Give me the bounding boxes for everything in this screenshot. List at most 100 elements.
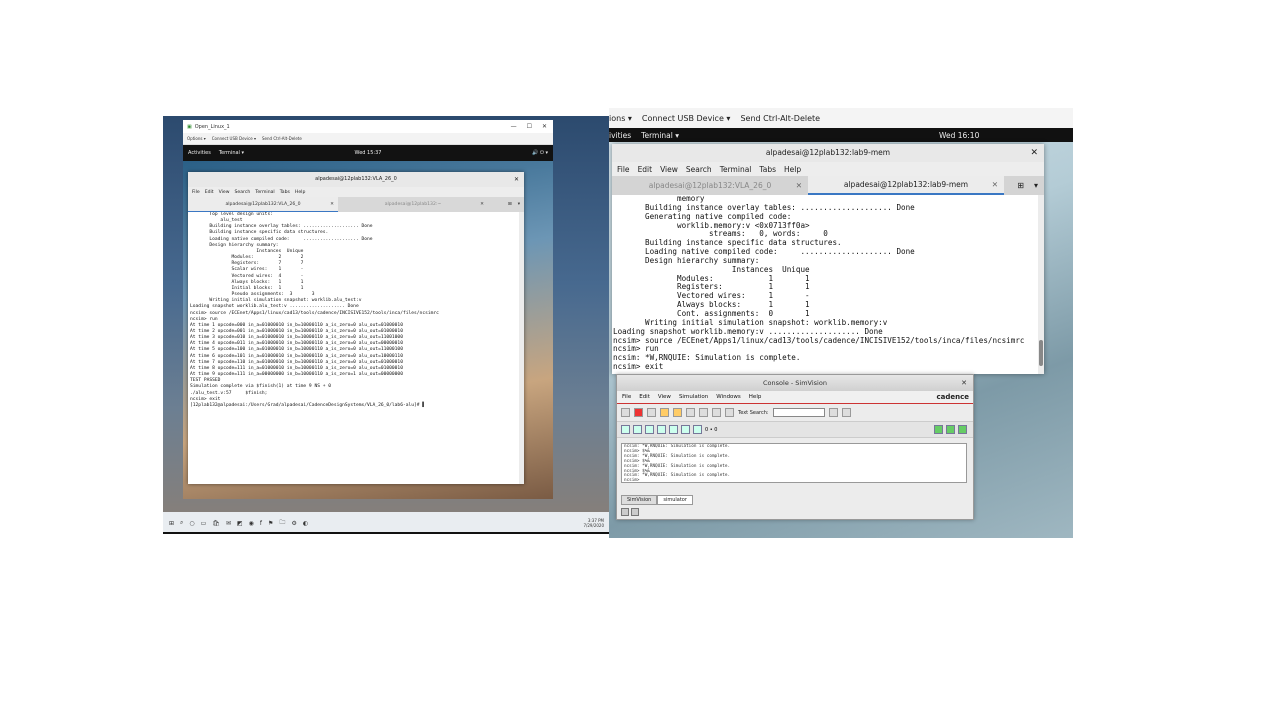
tab-home[interactable]: alpadesai@12plab132:~ ✕ (338, 197, 488, 212)
tab-menu-chevron-icon[interactable]: ▾ (518, 202, 520, 207)
windows-start-icon[interactable]: ⊞ (169, 520, 174, 527)
rdp-ctrl-alt-del-button[interactable]: Send Ctrl-Alt-Delete (262, 136, 302, 141)
menu-search[interactable]: Search (686, 165, 712, 174)
sim-control-icon[interactable] (693, 425, 702, 434)
menu-view[interactable]: View (660, 165, 678, 174)
rdp-toolbar: ions ▾ Connect USB Device ▾ Send Ctrl-Al… (609, 108, 1073, 128)
menu-terminal[interactable]: Terminal (255, 190, 274, 195)
sim-control-icon[interactable] (633, 425, 642, 434)
window-control-icon[interactable] (934, 425, 943, 434)
app-icon[interactable]: ⚙ (291, 520, 296, 527)
store-icon[interactable]: 🛍 (212, 520, 220, 527)
folder-icon[interactable]: 🗀 (279, 518, 285, 528)
terminal-close-icon[interactable]: ✕ (514, 172, 519, 187)
menu-tabs[interactable]: Tabs (280, 190, 290, 195)
terminal-output[interactable]: Top level design units: alu_test Buildin… (188, 212, 518, 484)
menu-tabs[interactable]: Tabs (759, 165, 776, 174)
sim-control-icon[interactable] (645, 425, 654, 434)
facebook-icon[interactable]: f (260, 520, 262, 527)
menu-simulation[interactable]: Simulation (679, 394, 708, 400)
maximize-icon[interactable]: ☐ (527, 123, 532, 130)
tab-close-icon[interactable]: ✕ (992, 180, 998, 189)
menu-edit[interactable]: Edit (639, 394, 650, 400)
tab-lab9-mem[interactable]: alpadesai@12plab132:lab9-mem ✕ (808, 176, 1004, 195)
open-icon[interactable] (660, 408, 669, 417)
rdp-options-button[interactable]: Options ▾ (187, 136, 206, 141)
text-search-input[interactable] (772, 408, 825, 417)
window-control-icon[interactable] (958, 425, 967, 434)
minimize-icon[interactable]: — (511, 123, 517, 130)
gnome-clock[interactable]: Wed 15:37 (183, 150, 553, 156)
new-tab-icon[interactable]: ⊞ (508, 202, 512, 207)
app-icon[interactable]: ⚑ (268, 520, 273, 527)
rdp-ctrl-alt-del-button[interactable]: Send Ctrl-Alt-Delete (740, 114, 820, 123)
search-next-icon[interactable] (828, 408, 838, 417)
cortana-icon[interactable]: ○ (189, 520, 194, 527)
rdp-usb-button[interactable]: Connect USB Device ▾ (212, 136, 256, 141)
copy-icon[interactable] (699, 408, 708, 417)
menu-help[interactable]: Help (295, 190, 305, 195)
close-icon[interactable]: ✕ (542, 123, 547, 130)
scrollbar-thumb[interactable] (1039, 340, 1043, 366)
menu-file[interactable]: File (617, 165, 630, 174)
terminal-scrollbar[interactable] (1038, 195, 1044, 374)
terminal-scrollbar[interactable] (519, 212, 524, 484)
delete-icon[interactable] (725, 408, 734, 417)
rdp-options-button[interactable]: ions ▾ (609, 114, 632, 123)
rdp-usb-button[interactable]: Connect USB Device ▾ (642, 114, 731, 123)
tab-menu-chevron-icon[interactable]: ▾ (1034, 181, 1038, 190)
sim-control-icon[interactable] (657, 425, 666, 434)
window-control-icon[interactable] (946, 425, 955, 434)
sim-control-icon[interactable] (681, 425, 690, 434)
task-view-icon[interactable]: ▭ (201, 520, 207, 527)
menu-edit[interactable]: Edit (205, 190, 214, 195)
menu-windows[interactable]: Windows (716, 394, 741, 400)
tab-vla[interactable]: alpadesai@12plab132:VLA_26_0 ✕ (188, 197, 338, 212)
terminal-tabbar: alpadesai@12plab132:VLA_26_0 ✕ alpadesai… (612, 176, 1044, 195)
search-icon[interactable]: ⌕ (180, 519, 183, 527)
cut-icon[interactable] (686, 408, 695, 417)
menu-terminal[interactable]: Terminal (720, 165, 752, 174)
terminal-app-menu[interactable]: Terminal ▾ (641, 131, 679, 140)
search-prev-icon[interactable] (841, 408, 851, 417)
paste-icon[interactable] (712, 408, 721, 417)
terminal-output[interactable]: memory Building instance overlay tables:… (612, 195, 1038, 374)
firefox-icon[interactable]: ◐ (303, 520, 308, 527)
console-bottom-icon[interactable] (621, 508, 629, 516)
menu-file[interactable]: File (192, 190, 200, 195)
sim-control-icon[interactable] (669, 425, 678, 434)
tab-close-icon[interactable]: ✕ (480, 202, 484, 207)
terminal-close-icon[interactable]: ✕ (1030, 144, 1038, 162)
outlook-icon[interactable]: ◩ (237, 520, 243, 527)
stop-icon[interactable] (634, 408, 643, 417)
tab-close-icon[interactable]: ✕ (796, 181, 802, 190)
menu-file[interactable]: File (622, 394, 631, 400)
chrome-icon[interactable]: ◉ (249, 520, 254, 527)
sim-control-icon[interactable] (621, 425, 630, 434)
tab-close-icon[interactable]: ✕ (330, 202, 334, 207)
menu-edit[interactable]: Edit (638, 165, 653, 174)
console-output[interactable]: ncsim: *W,RNQUIE: Simulation is complete… (621, 443, 967, 483)
pause-icon[interactable] (647, 408, 656, 417)
save-icon[interactable] (673, 408, 682, 417)
terminal-menubar: File Edit View Search Terminal Tabs Help (188, 187, 524, 197)
run-icon[interactable] (621, 408, 630, 417)
menu-view[interactable]: View (219, 190, 230, 195)
menu-help[interactable]: Help (784, 165, 801, 174)
console-bottom-icon[interactable] (631, 508, 639, 516)
console-title: Console - SimVision (763, 379, 827, 387)
console-close-icon[interactable]: ✕ (961, 375, 967, 391)
terminal-menubar: File Edit View Search Terminal Tabs Help (612, 162, 1044, 176)
tab-simvision[interactable]: SimVision (621, 495, 658, 505)
tab-vla[interactable]: alpadesai@12plab132:VLA_26_0 ✕ (612, 176, 808, 195)
bottom-strip (163, 532, 610, 534)
activities-button[interactable]: ivities (609, 131, 631, 140)
menu-help[interactable]: Help (749, 394, 762, 400)
mail-icon[interactable]: ✉ (226, 520, 231, 527)
new-tab-icon[interactable]: ⊞ (1017, 181, 1024, 190)
taskbar-clock[interactable]: 3:37 PM 7/29/2020 (583, 518, 610, 528)
menu-view[interactable]: View (658, 394, 671, 400)
gnome-clock[interactable]: Wed 16:10 (939, 131, 979, 140)
menu-search[interactable]: Search (235, 190, 251, 195)
tab-simulator[interactable]: simulator (657, 495, 693, 505)
